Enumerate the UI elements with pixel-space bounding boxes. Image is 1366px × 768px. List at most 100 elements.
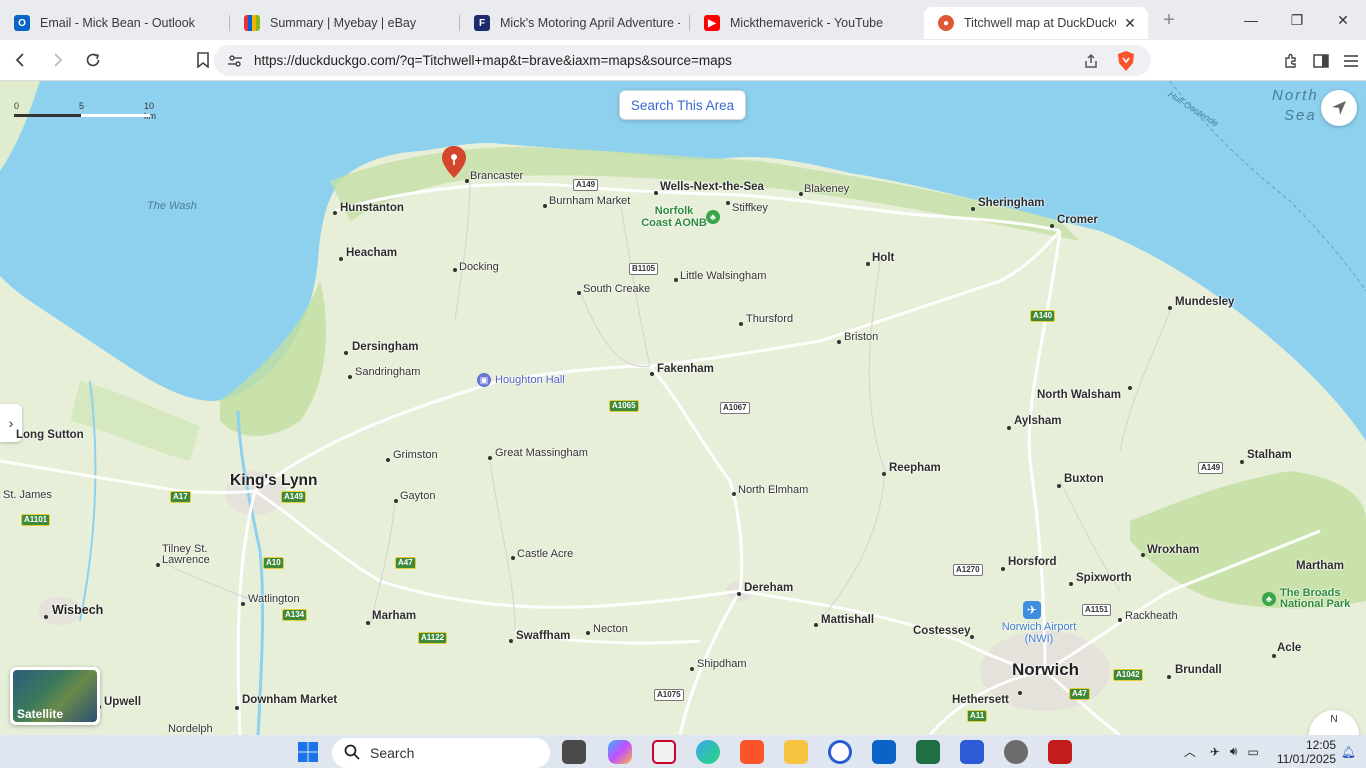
url-text[interactable]: https://duckduckgo.com/?q=Titchwell+map&…: [254, 53, 1079, 68]
place-dot: [156, 563, 160, 567]
brave-browser-icon[interactable]: [740, 740, 764, 764]
reload-icon[interactable]: [78, 45, 108, 75]
map-canvas[interactable]: 0 5 10 km Search This Area › The Wash No…: [0, 81, 1366, 735]
fc-icon: F: [474, 15, 490, 31]
place-label: Downham Market: [242, 694, 338, 706]
place-dot: [971, 207, 975, 211]
park-icon: ♣: [1262, 592, 1276, 606]
browser-toolbar: https://duckduckgo.com/?q=Titchwell+map&…: [0, 40, 1366, 81]
place-dot: [241, 602, 245, 606]
taskbar-search-placeholder: Search: [370, 745, 415, 761]
place-label: Rackheath: [1125, 610, 1178, 622]
scale-bar-light: [81, 114, 150, 117]
window-controls: — ❐ ✕: [1228, 0, 1366, 40]
recorder-icon[interactable]: [1048, 740, 1072, 764]
place-dot: [235, 706, 239, 710]
place-dot: [465, 179, 469, 183]
road-shield: A1067: [720, 402, 750, 414]
place-label: Acle: [1277, 642, 1302, 654]
excel-icon[interactable]: [916, 740, 940, 764]
satellite-toggle[interactable]: Satellite: [10, 667, 100, 725]
copilot-icon[interactable]: [608, 740, 632, 764]
place-label: Grimston: [393, 449, 438, 461]
place-dot: [543, 204, 547, 208]
search-icon: [344, 744, 360, 763]
location-pin-icon[interactable]: [440, 145, 468, 179]
volume-icon[interactable]: 🔊︎: [1230, 744, 1238, 759]
place-dot: [511, 556, 515, 560]
place-dot: [737, 592, 741, 596]
place-dot: [488, 456, 492, 460]
poi-label[interactable]: The Broads National Park: [1280, 588, 1352, 610]
outlook-icon: O: [14, 15, 30, 31]
place-label: Hethersett: [952, 694, 1009, 706]
place-label: Necton: [593, 623, 628, 635]
place-label: South Creake: [583, 283, 651, 295]
site-settings-icon[interactable]: [220, 54, 250, 68]
battery-icon[interactable]: ▭: [1247, 745, 1258, 759]
place-label: Spixworth: [1076, 572, 1132, 584]
sidebar-icon[interactable]: [1306, 53, 1336, 68]
forward-icon[interactable]: [42, 45, 72, 75]
place-label: Reepham: [889, 462, 941, 474]
brave-shields-icon[interactable]: [1115, 50, 1137, 72]
back-icon[interactable]: [6, 45, 36, 75]
windows-start-icon[interactable]: [296, 740, 320, 764]
outlook-taskbar-icon[interactable]: [872, 740, 896, 764]
place-dot: [344, 351, 348, 355]
notification-bell-icon[interactable]: 🔔︎: [1341, 745, 1356, 759]
place-dot: [690, 667, 694, 671]
map-scale: 0 5 10 km: [14, 101, 156, 121]
search-this-area-button[interactable]: Search This Area: [619, 90, 746, 120]
word-icon[interactable]: [960, 740, 984, 764]
tab-ebay[interactable]: Summary | Myebay | eBay: [230, 7, 460, 39]
scale-bar-dark: [14, 114, 81, 117]
taskbar-search-box[interactable]: Search: [332, 738, 550, 768]
place-label: Sandringham: [355, 366, 421, 378]
place-label: Little Walsingham: [680, 270, 767, 282]
minimize-icon[interactable]: —: [1228, 0, 1274, 40]
system-tray: ︿ ✈ 🔊︎ ▭ 12:05 11/01/2025 🔔︎: [1184, 735, 1366, 768]
place-label: Horsford: [1008, 556, 1057, 568]
tab-fc[interactable]: F Mick's Motoring April Adventure -: [460, 7, 690, 39]
edge-icon[interactable]: [696, 740, 720, 764]
place-label: Watlington: [248, 593, 300, 605]
tab-duckduckgo[interactable]: ● Titchwell map at DuckDuckGo ✕: [924, 7, 1148, 39]
place-dot: [732, 492, 736, 496]
flight-mode-icon[interactable]: ✈: [1210, 745, 1220, 759]
share-icon[interactable]: [1079, 53, 1103, 69]
poi-label[interactable]: Norfolk Coast AONB: [640, 205, 708, 229]
road-shield: A140: [1030, 310, 1056, 322]
tab-youtube[interactable]: ▶ Mickthemaverick - YouTube: [690, 7, 920, 39]
toolbar-right: [1276, 40, 1366, 81]
extensions-icon[interactable]: [1276, 53, 1306, 69]
chevron-up-icon[interactable]: ︿: [1184, 743, 1196, 760]
compass-north-label: N: [1330, 714, 1338, 725]
place-label: Dereham: [744, 582, 794, 594]
address-bar[interactable]: https://duckduckgo.com/?q=Titchwell+map&…: [214, 45, 1151, 76]
place-dot: [1057, 484, 1061, 488]
locate-me-button[interactable]: [1321, 90, 1357, 126]
clock[interactable]: 12:05 11/01/2025: [1277, 738, 1336, 766]
place-label: Mattishall: [821, 614, 875, 626]
place-dot: [799, 192, 803, 196]
signal-icon[interactable]: [828, 740, 852, 764]
restore-icon[interactable]: ❐: [1274, 0, 1320, 40]
place-dot: [866, 262, 870, 266]
poi-label[interactable]: Houghton Hall: [495, 374, 565, 386]
close-window-icon[interactable]: ✕: [1320, 0, 1366, 40]
place-label: Martham: [1296, 560, 1344, 572]
duckduckgo-icon: ●: [938, 15, 954, 31]
poi-label[interactable]: Norwich Airport (NWI): [998, 621, 1080, 645]
tab-outlook[interactable]: O Email - Mick Bean - Outlook: [0, 7, 230, 39]
file-explorer-icon[interactable]: [784, 740, 808, 764]
task-view-icon[interactable]: [562, 740, 586, 764]
new-tab-button[interactable]: +: [1154, 9, 1184, 32]
road-shield: A1075: [654, 689, 684, 701]
close-tab-icon[interactable]: ✕: [1122, 15, 1138, 32]
place-dot: [394, 499, 398, 503]
place-dot: [739, 322, 743, 326]
snipping-tool-icon[interactable]: [652, 740, 676, 764]
menu-icon[interactable]: [1336, 54, 1366, 68]
settings-gear-icon[interactable]: [1004, 740, 1028, 764]
